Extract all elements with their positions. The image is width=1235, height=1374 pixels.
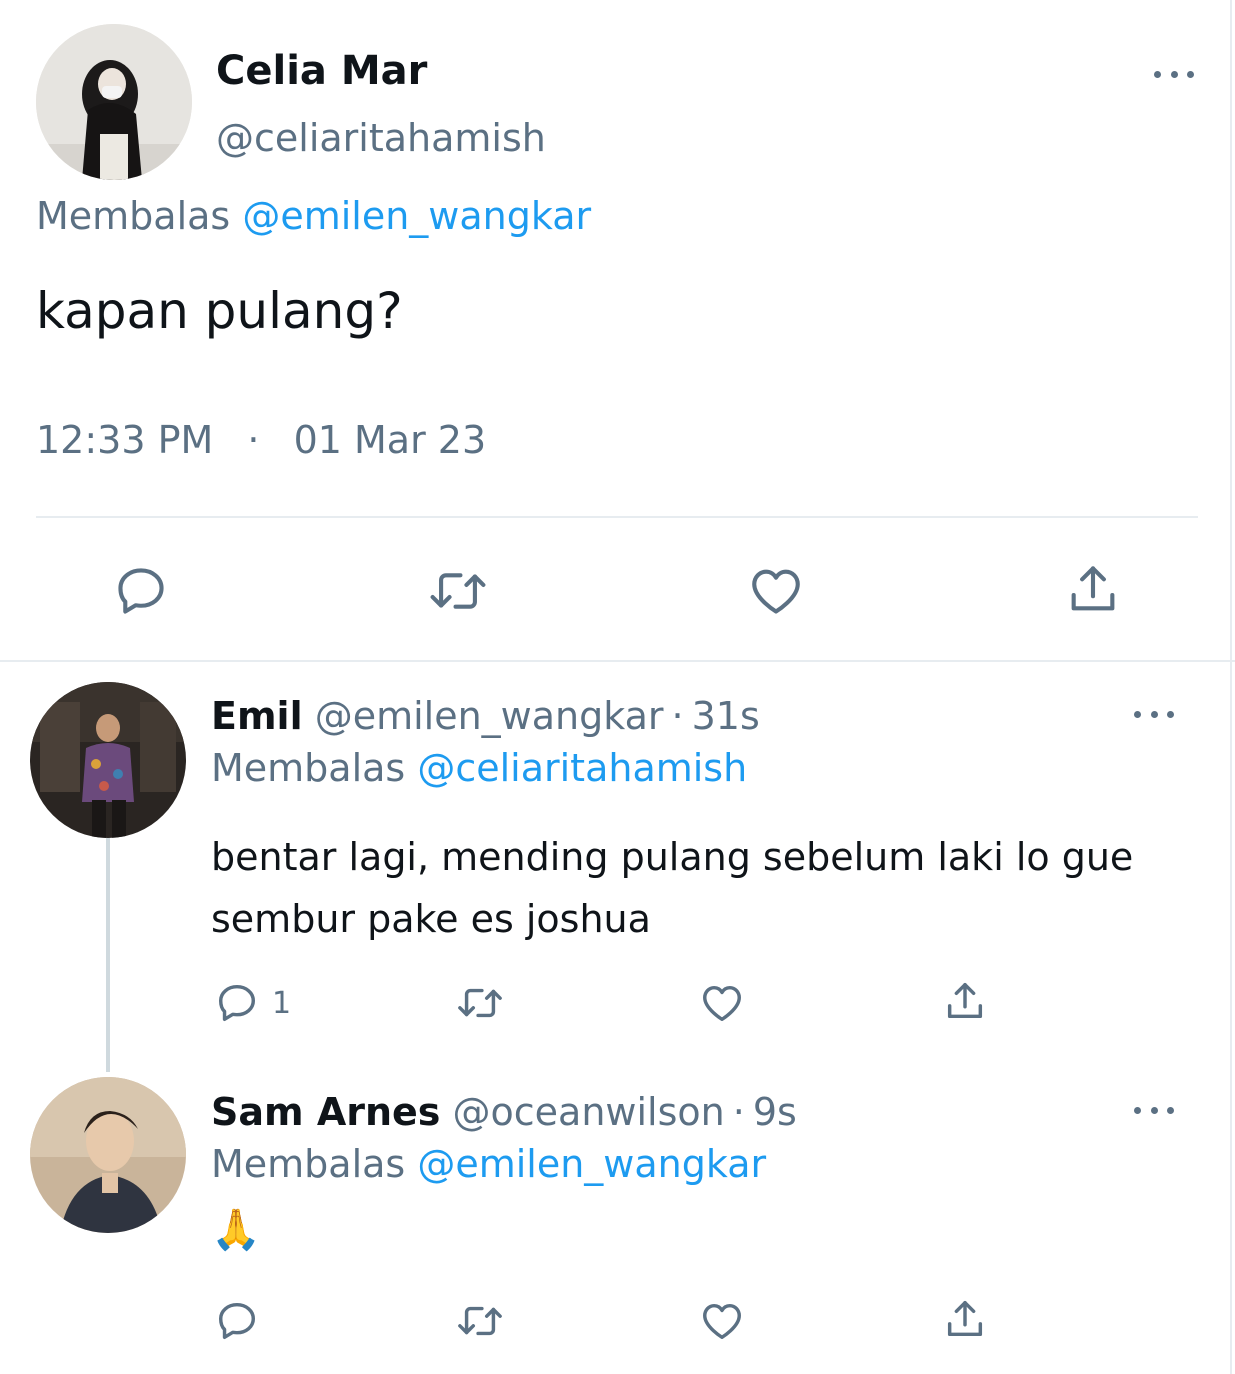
reply-text: bentar lagi, mending pulang sebelum laki… (211, 826, 1133, 950)
separator-dot: · (247, 418, 260, 462)
reply-header: Sam Arnes @oceanwilson · 9s (211, 1090, 797, 1134)
replying-to-link[interactable]: @emilen_wangkar (417, 1142, 766, 1186)
reply-count: 1 (272, 986, 292, 1021)
retweet-icon[interactable] (454, 980, 506, 1026)
retweet-icon[interactable] (454, 1298, 506, 1344)
author-handle[interactable]: @celiaritahamish (216, 116, 546, 160)
tweet-date: 01 Mar 23 (293, 418, 487, 462)
reply-text-line: bentar lagi, mending pulang sebelum laki… (211, 835, 1134, 879)
reply-header: Emil @emilen_wangkar · 31s (211, 694, 760, 738)
reply-age[interactable]: 31s (692, 694, 760, 738)
divider (36, 516, 1198, 518)
more-options-icon[interactable] (1154, 66, 1194, 82)
like-icon[interactable] (746, 562, 806, 620)
replying-to-link[interactable]: @celiaritahamish (417, 746, 747, 790)
avatar-emil[interactable] (30, 682, 186, 838)
tweet-text: kapan pulang? (36, 282, 403, 340)
separator-dot: · (732, 1090, 745, 1134)
right-edge-border (1230, 0, 1232, 1374)
reply-icon[interactable] (214, 980, 260, 1026)
share-icon[interactable] (1064, 560, 1122, 618)
reply-author-name[interactable]: Sam Arnes (211, 1090, 440, 1134)
avatar-sam[interactable] (30, 1077, 186, 1233)
reply-icon[interactable] (112, 562, 170, 620)
like-icon[interactable] (698, 1298, 746, 1344)
reply-author-name[interactable]: Emil (211, 694, 303, 738)
reply-text-line: sembur pake es joshua (211, 897, 651, 941)
replying-to: Membalas @celiaritahamish (211, 746, 747, 790)
author-name[interactable]: Celia Mar (216, 48, 427, 94)
replying-to-label: Membalas (211, 746, 406, 790)
thread-line (106, 836, 110, 1072)
replying-to: Membalas @emilen_wangkar (211, 1142, 766, 1186)
reply-icon[interactable] (214, 1298, 260, 1344)
separator-dot: · (671, 694, 684, 738)
more-options-icon[interactable] (1134, 706, 1174, 722)
more-options-icon[interactable] (1134, 1102, 1174, 1118)
section-divider (0, 660, 1235, 662)
replying-to: Membalas @emilen_wangkar (36, 194, 591, 238)
tweet-time: 12:33 PM (36, 418, 214, 462)
avatar-celia[interactable] (36, 24, 192, 180)
share-icon[interactable] (942, 978, 988, 1024)
like-icon[interactable] (698, 980, 746, 1026)
replying-to-label: Membalas (211, 1142, 406, 1186)
share-icon[interactable] (942, 1296, 988, 1342)
tweet-timestamp[interactable]: 12:33 PM · 01 Mar 23 (36, 418, 486, 462)
reply-author-handle[interactable]: @oceanwilson (453, 1090, 725, 1134)
retweet-icon[interactable] (426, 562, 490, 620)
reply-age[interactable]: 9s (753, 1090, 797, 1134)
replying-to-link[interactable]: @emilen_wangkar (242, 194, 591, 238)
replying-to-label: Membalas (36, 194, 231, 238)
reply-text: 🙏 (211, 1207, 261, 1253)
reply-author-handle[interactable]: @emilen_wangkar (315, 694, 664, 738)
